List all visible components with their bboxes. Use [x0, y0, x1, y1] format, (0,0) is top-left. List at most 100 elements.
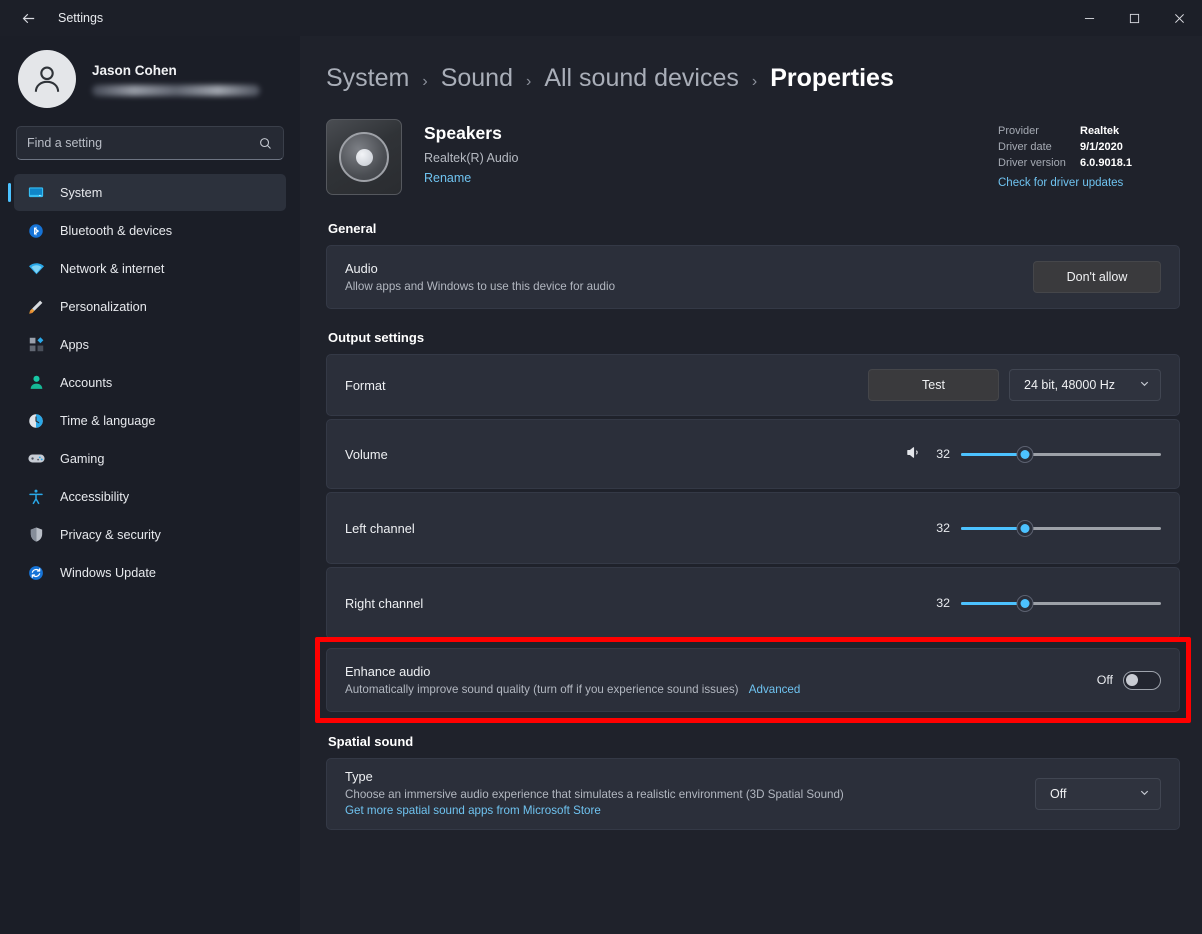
test-button[interactable]: Test: [868, 369, 999, 401]
right-channel-slider-fill: [961, 602, 1025, 605]
right-channel-card: Right channel 32: [326, 567, 1180, 639]
format-card-actions: Test 24 bit, 48000 Hz: [868, 369, 1161, 401]
audio-subtitle: Allow apps and Windows to use this devic…: [345, 280, 1033, 293]
right-channel-slider-thumb[interactable]: [1017, 595, 1034, 612]
sidebar: Jason Cohen Find a setting Syste: [0, 36, 300, 934]
sidebar-item-network-internet[interactable]: Network & internet: [14, 250, 286, 287]
bluetooth-icon: [26, 221, 46, 241]
sidebar-nav: System Bluetooth & devices Network & int…: [14, 174, 286, 591]
audio-card-text: Audio Allow apps and Windows to use this…: [345, 261, 1033, 293]
sidebar-item-label: Time & language: [60, 414, 155, 428]
left-channel-title: Left channel: [345, 521, 933, 536]
sidebar-item-label: Accounts: [60, 376, 112, 390]
left-channel-card: Left channel 32: [326, 492, 1180, 564]
format-dropdown[interactable]: 24 bit, 48000 Hz: [1009, 369, 1161, 401]
right-channel-controls: 32: [933, 594, 1161, 612]
driver-provider-label: Provider: [998, 125, 1080, 137]
chevron-down-icon: [1139, 787, 1150, 801]
search-wrap: Find a setting: [14, 118, 286, 174]
sidebar-item-accessibility[interactable]: Accessibility: [14, 478, 286, 515]
spatial-type-dropdown[interactable]: Off: [1035, 778, 1161, 810]
monitor-icon: [26, 183, 46, 203]
driver-date-label: Driver date: [998, 141, 1080, 153]
minimize-button[interactable]: [1067, 0, 1112, 36]
volume-card-text: Volume: [345, 447, 905, 462]
right-channel-value: 32: [933, 596, 950, 610]
volume-value: 32: [933, 447, 950, 461]
left-channel-slider[interactable]: [961, 519, 1161, 537]
sidebar-item-label: Gaming: [60, 452, 104, 466]
audio-card: Audio Allow apps and Windows to use this…: [326, 245, 1180, 309]
spatial-store-link[interactable]: Get more spatial sound apps from Microso…: [345, 804, 601, 817]
left-channel-value: 32: [933, 521, 950, 535]
avatar: [18, 50, 76, 108]
back-button[interactable]: [8, 3, 48, 33]
driver-provider-row: Provider Realtek: [998, 125, 1168, 137]
speaker-volume-icon[interactable]: [905, 444, 922, 465]
right-channel-slider[interactable]: [961, 594, 1161, 612]
user-profile[interactable]: Jason Cohen: [14, 36, 286, 118]
sidebar-item-time-language[interactable]: Time & language: [14, 402, 286, 439]
sidebar-item-accounts[interactable]: Accounts: [14, 364, 286, 401]
spatial-type-card: Type Choose an immersive audio experienc…: [326, 758, 1180, 830]
breadcrumb-separator-icon: ›: [526, 73, 531, 91]
speaker-cone-inner: [356, 149, 373, 166]
next-section-cutoff: [326, 844, 1180, 858]
format-card-text: Format: [345, 378, 868, 393]
driver-info: Provider Realtek Driver date 9/1/2020 Dr…: [998, 125, 1168, 191]
search-placeholder: Find a setting: [27, 136, 258, 150]
volume-card: Volume 32: [326, 419, 1180, 489]
spatial-type-value: Off: [1050, 787, 1066, 801]
left-channel-slider-fill: [961, 527, 1025, 530]
dont-allow-button[interactable]: Don't allow: [1033, 261, 1161, 293]
volume-title: Volume: [345, 447, 905, 462]
maximize-button[interactable]: [1112, 0, 1157, 36]
sidebar-item-windows-update[interactable]: Windows Update: [14, 554, 286, 591]
volume-slider[interactable]: [961, 445, 1161, 463]
accessibility-icon: [26, 487, 46, 507]
window-controls: [1067, 0, 1202, 36]
sidebar-item-label: Apps: [60, 338, 89, 352]
settings-window: Settings J: [0, 0, 1202, 934]
volume-slider-thumb[interactable]: [1017, 446, 1034, 463]
left-channel-slider-thumb[interactable]: [1017, 520, 1034, 537]
enhance-audio-controls: Off: [1097, 671, 1161, 690]
shield-icon: [26, 525, 46, 545]
format-value: 24 bit, 48000 Hz: [1024, 378, 1115, 392]
sidebar-item-label: System: [60, 186, 102, 200]
speaker-icon: [326, 119, 402, 195]
enhance-audio-subtitle-text: Automatically improve sound quality (tur…: [345, 683, 739, 696]
sidebar-item-apps[interactable]: Apps: [14, 326, 286, 363]
right-channel-title: Right channel: [345, 596, 933, 611]
toggle-knob: [1126, 674, 1138, 686]
breadcrumb-item-system[interactable]: System: [326, 64, 409, 93]
spatial-type-text: Type Choose an immersive audio experienc…: [345, 769, 1035, 819]
back-arrow-icon: [20, 10, 37, 27]
sidebar-item-label: Network & internet: [60, 262, 164, 276]
volume-slider-fill: [961, 453, 1025, 456]
sidebar-item-privacy-security[interactable]: Privacy & security: [14, 516, 286, 553]
sidebar-item-label: Accessibility: [60, 490, 129, 504]
audio-card-actions: Don't allow: [1033, 261, 1161, 293]
sidebar-item-personalization[interactable]: Personalization: [14, 288, 286, 325]
breadcrumb-separator-icon: ›: [752, 73, 757, 91]
driver-date-value: 9/1/2020: [1080, 141, 1123, 153]
speaker-cone-outer: [339, 132, 389, 182]
close-button[interactable]: [1157, 0, 1202, 36]
minimize-icon: [1084, 13, 1095, 24]
breadcrumb-item-all-sound-devices[interactable]: All sound devices: [544, 64, 739, 93]
search-input[interactable]: Find a setting: [16, 126, 284, 160]
sidebar-item-gaming[interactable]: Gaming: [14, 440, 286, 477]
device-subtitle: Realtek(R) Audio: [424, 151, 519, 165]
advanced-link[interactable]: Advanced: [749, 683, 801, 696]
audio-title: Audio: [345, 261, 1033, 276]
spatial-type-controls: Off: [1035, 778, 1161, 810]
check-driver-updates-link[interactable]: Check for driver updates: [998, 177, 1123, 189]
sidebar-item-system[interactable]: System: [14, 174, 286, 211]
rename-link[interactable]: Rename: [424, 171, 471, 185]
enhance-audio-toggle[interactable]: [1123, 671, 1161, 690]
breadcrumb-item-sound[interactable]: Sound: [441, 64, 513, 93]
breadcrumb: System › Sound › All sound devices › Pro…: [326, 64, 1180, 93]
sidebar-item-bluetooth-devices[interactable]: Bluetooth & devices: [14, 212, 286, 249]
enhance-audio-state-label: Off: [1097, 673, 1113, 687]
